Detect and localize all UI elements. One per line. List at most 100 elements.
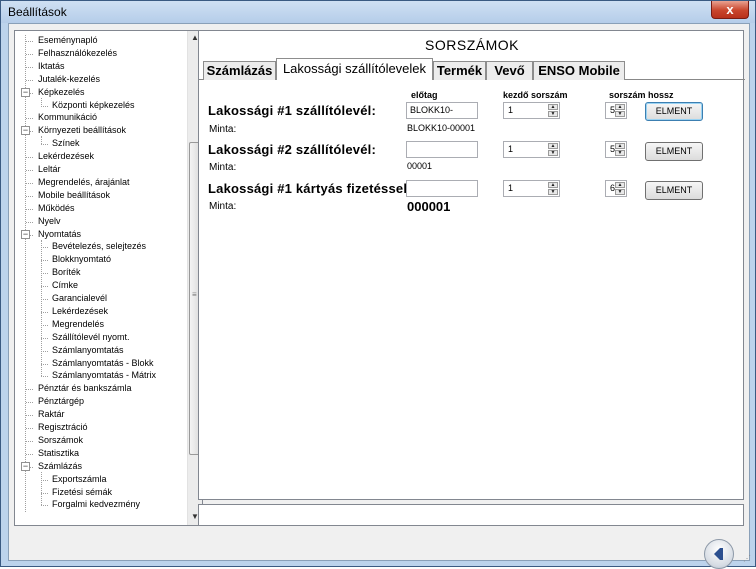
tab-szamlazas[interactable]: Számlázás [203, 61, 276, 80]
tree-item[interactable]: Megrendelés, árajánlat [38, 176, 130, 189]
stepper-arrows-icon[interactable]: ▲ ▼ [548, 182, 558, 195]
back-button[interactable] [704, 539, 734, 569]
tab-vevo[interactable]: Vevő [486, 61, 533, 80]
tree-expander-icon[interactable]: − [21, 126, 30, 136]
tree-guide-line [26, 157, 33, 159]
tree-item[interactable]: Exportszámla [52, 473, 107, 486]
row1-save-button[interactable]: ELMENT [645, 102, 703, 121]
row2-start-value: 1 [508, 144, 514, 154]
tree-expander-icon[interactable]: − [21, 87, 30, 97]
tree-item[interactable]: Sorszámok [38, 434, 83, 447]
row2-prefix-input[interactable] [406, 141, 478, 158]
tree-guide-line [41, 479, 48, 481]
row3-save-button[interactable]: ELMENT [645, 181, 703, 200]
tree-guide-line [26, 182, 33, 184]
tree-guide-line [41, 136, 42, 145]
tree-item[interactable]: Blokknyomtató [52, 253, 111, 266]
tree-guide-line [26, 170, 33, 171]
row3-length-stepper[interactable]: 6 ▲ ▼ [605, 180, 627, 197]
tree-item[interactable]: Nyelv [38, 215, 61, 228]
row2-label: Lakossági #2 szállítólevél: [208, 142, 376, 157]
tree-item[interactable]: Színek [52, 137, 80, 150]
tree-item[interactable]: Leltár [38, 163, 61, 176]
tree-item[interactable]: Raktár [38, 408, 65, 421]
tab-lakossagi-szallitolevelek[interactable]: Lakossági szállítólevelek [276, 58, 433, 80]
tree-item[interactable]: Számlanyomtatás [52, 344, 124, 357]
tree-guide-line [41, 363, 48, 365]
title-bar: Beállítások x [1, 1, 755, 23]
tree-item[interactable]: Felhasználókezelés [38, 47, 117, 60]
stepper-arrows-icon[interactable]: ▲ ▼ [615, 104, 625, 117]
tree-guide-line [26, 66, 33, 68]
tree-item[interactable]: Pénztár és bankszámla [38, 382, 132, 395]
stepper-arrows-icon[interactable]: ▲ ▼ [615, 143, 625, 156]
stepper-arrows-icon[interactable]: ▲ ▼ [615, 182, 625, 195]
tree-item[interactable]: Nyomtatás [38, 228, 81, 241]
tree-item[interactable]: Regisztráció [38, 421, 88, 434]
page-title: SORSZÁMOK [425, 37, 519, 53]
tree-item[interactable]: Képkezelés [38, 86, 85, 99]
row1-label: Lakossági #1 szállítólevél: [208, 103, 376, 118]
tree-item[interactable]: Lekérdezések [52, 305, 108, 318]
sequence-panel: SORSZÁMOK Számlázás Lakossági szállítóle… [198, 30, 745, 500]
tab-termek[interactable]: Termék [433, 61, 486, 80]
row1-prefix-input[interactable]: BLOKK10- [406, 102, 478, 119]
tree-item[interactable]: Számlázás [38, 460, 82, 473]
tree-guide-line [41, 471, 42, 506]
tree-item[interactable]: Statisztika [38, 447, 79, 460]
tree-expander-icon[interactable]: − [21, 461, 30, 471]
tree-guide-line [41, 247, 48, 249]
tab-enso-mobile[interactable]: ENSO Mobile [533, 61, 625, 80]
close-button[interactable]: x [711, 1, 749, 19]
tree-guide-line [41, 144, 48, 146]
tree-guide-line [41, 350, 48, 352]
tree-guide-line [41, 324, 48, 326]
tree-item[interactable]: Megrendelés [52, 318, 104, 331]
tree-item[interactable]: Jutalék-kezelés [38, 73, 100, 86]
tree-item[interactable]: Kommunikáció [38, 111, 97, 124]
row3-start-stepper[interactable]: 1 ▲ ▼ [503, 180, 560, 197]
row1-start-stepper[interactable]: 1 ▲ ▼ [503, 102, 560, 119]
resize-grip-icon[interactable]: ⋰ [743, 554, 753, 564]
row2-start-stepper[interactable]: 1 ▲ ▼ [503, 141, 560, 158]
client-area: Eseménynapló Felhasználókezelés Iktatás Jut… [8, 23, 750, 569]
tree-item[interactable]: Fizetési sémák [52, 486, 112, 499]
row2-save-button[interactable]: ELMENT [645, 142, 703, 161]
stepper-arrows-icon[interactable]: ▲ ▼ [548, 143, 558, 156]
settings-window: Beállítások x Eseménynapló Felhasználókez… [0, 0, 756, 569]
tree-guide-line [26, 453, 33, 455]
row3-sample-value: 000001 [407, 199, 451, 214]
stepper-arrows-icon[interactable]: ▲ ▼ [548, 104, 558, 117]
tree-item[interactable]: Bevételezés, selejtezés [52, 240, 146, 253]
tree-expander-icon[interactable]: − [21, 229, 30, 239]
row2-length-stepper[interactable]: 5 ▲ ▼ [605, 141, 627, 158]
col-header-prefix: előtag [411, 90, 438, 100]
tree-item[interactable]: Működés [38, 202, 75, 215]
tree-item[interactable]: Iktatás [38, 60, 65, 73]
tree-item[interactable]: Központi képkezelés [52, 99, 135, 112]
tree-item[interactable]: Boríték [52, 266, 81, 279]
tree-item[interactable]: Címke [52, 279, 78, 292]
tree-guide-line [41, 273, 48, 275]
tree-item[interactable]: Eseménynapló [38, 34, 98, 47]
row1-sample-label: Minta: [209, 124, 237, 135]
tree-item[interactable]: Számlanyomtatás - Mátrix [52, 369, 156, 382]
tree-item[interactable]: Mobile beállítások [38, 189, 110, 202]
tree-guide-line [41, 505, 48, 507]
tree-guide-line [26, 208, 33, 210]
tree-guide-line [41, 286, 48, 288]
tree-item[interactable]: Környezeti beállítások [38, 124, 126, 137]
tree-item[interactable]: Számlanyomtatás - Blokk [52, 357, 154, 370]
row1-sample-value: BLOKK10-00001 [407, 123, 476, 133]
tree-item[interactable]: Garancialevél [52, 292, 107, 305]
tree-item[interactable]: Pénztárgép [38, 395, 84, 408]
tree-item[interactable]: Forgalmi kedvezmény [52, 498, 140, 511]
tree-item[interactable]: Szállítólevél nyomt. [52, 331, 130, 344]
row1-start-value: 1 [508, 105, 514, 115]
tree-guide-line [41, 260, 48, 262]
tree-guide-line [26, 415, 33, 417]
back-arrow-icon [714, 548, 723, 560]
row3-prefix-input[interactable] [406, 180, 478, 197]
tree-item[interactable]: Lekérdezések [38, 150, 94, 163]
row1-length-stepper[interactable]: 5 ▲ ▼ [605, 102, 627, 119]
